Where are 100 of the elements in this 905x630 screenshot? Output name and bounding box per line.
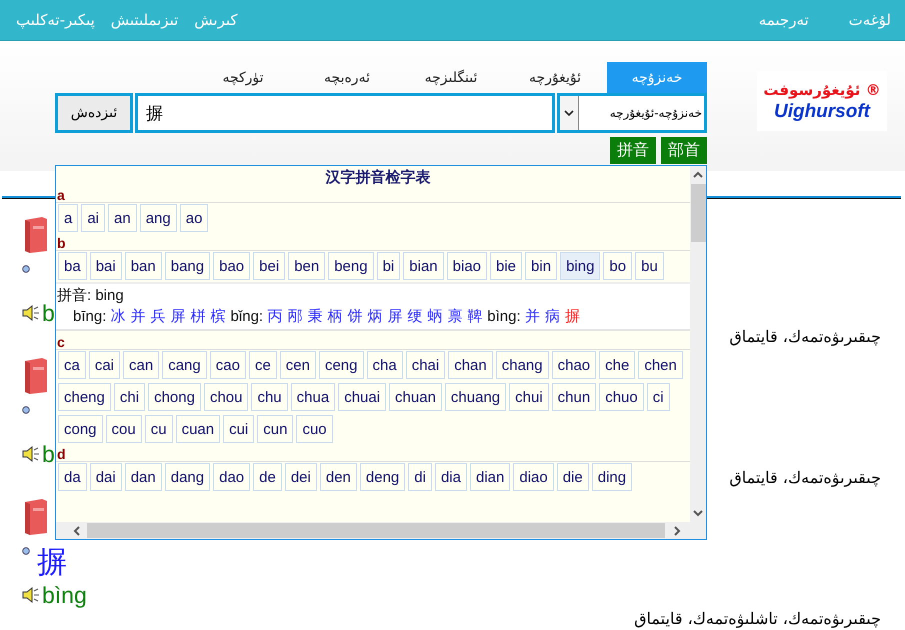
syllable-button[interactable]: chu (251, 383, 288, 411)
syllable-button[interactable]: cu (144, 415, 173, 443)
syllable-button[interactable]: dia (434, 463, 467, 491)
character-link[interactable]: 栟 (190, 308, 206, 325)
syllable-button[interactable]: cao (210, 351, 246, 379)
syllable-button[interactable]: dai (90, 463, 122, 491)
syllable-button[interactable]: chun (552, 383, 596, 411)
language-tab[interactable]: تۈركچە (191, 62, 295, 93)
syllable-button[interactable]: dan (124, 463, 162, 491)
character-link[interactable]: 兵 (150, 308, 166, 325)
syllable-button[interactable]: cuo (296, 415, 333, 443)
character-link[interactable]: 饼 (347, 308, 362, 325)
syllable-button[interactable]: bo (603, 252, 632, 280)
syllable-button[interactable]: ben (288, 252, 326, 280)
character-link[interactable]: 屏 (387, 308, 402, 325)
syllable-button[interactable]: ca (58, 351, 86, 379)
language-tab[interactable]: ئەرەبچە (295, 62, 399, 93)
syllable-button[interactable]: a (58, 204, 78, 232)
syllable-button[interactable]: cuan (176, 415, 220, 443)
search-field[interactable]: 摒 (135, 93, 555, 133)
syllable-button[interactable]: bao (213, 252, 250, 280)
syllable-button[interactable]: chua (290, 383, 336, 411)
character-link[interactable]: 冰 (110, 308, 126, 325)
search-button[interactable]: ئىزدەش (55, 93, 133, 133)
syllable-button[interactable]: ce (248, 351, 277, 379)
syllable-button[interactable]: dei (284, 463, 317, 491)
syllable-button[interactable]: beng (328, 252, 374, 280)
syllable-button[interactable]: bi (376, 252, 400, 280)
character-link[interactable]: 摒 (564, 308, 580, 325)
syllable-button[interactable]: chou (204, 383, 248, 411)
syllable-button[interactable]: ci (646, 383, 670, 411)
syllable-button[interactable]: chao (552, 351, 596, 379)
syllable-button[interactable]: an (108, 204, 137, 232)
syllable-button[interactable]: bu (635, 252, 664, 280)
vertical-scrollbar[interactable] (690, 166, 706, 522)
scrollbar-thumb[interactable] (690, 184, 706, 242)
syllable-button[interactable]: cou (106, 415, 142, 443)
syllable-button[interactable]: di (408, 463, 432, 491)
scrollbar-thumb[interactable] (87, 523, 665, 538)
syllable-button[interactable]: biao (446, 252, 487, 280)
syllable-button[interactable]: den (320, 463, 357, 491)
character-link[interactable]: 屏 (170, 308, 186, 325)
syllable-button[interactable]: bie (490, 252, 522, 280)
character-link[interactable]: 邴 (287, 308, 302, 325)
syllable-button[interactable]: die (556, 463, 589, 491)
character-link[interactable]: 并 (524, 308, 540, 325)
syllable-button[interactable]: deng (360, 463, 406, 491)
character-link[interactable]: 槟 (210, 308, 226, 325)
syllable-button[interactable]: cai (88, 351, 120, 379)
syllable-button[interactable]: chuo (599, 383, 644, 411)
character-link[interactable]: 丙 (267, 308, 282, 325)
syllable-button[interactable]: cheng (58, 383, 111, 411)
syllable-button[interactable]: dao (213, 463, 250, 491)
syllable-button[interactable]: chang (496, 351, 549, 379)
syllable-button[interactable]: chuang (444, 383, 506, 411)
character-link[interactable]: 禀 (447, 308, 462, 325)
syllable-button[interactable]: ban (124, 252, 162, 280)
syllable-button[interactable]: ao (180, 204, 208, 232)
syllable-button[interactable]: ba (58, 252, 87, 280)
syllable-button[interactable]: cun (257, 415, 294, 443)
character-link[interactable]: 炳 (367, 308, 382, 325)
character-link[interactable]: 鞞 (467, 308, 482, 325)
syllable-button[interactable]: ceng (318, 351, 364, 379)
syllable-button[interactable]: diao (513, 463, 554, 491)
syllable-button[interactable]: ding (592, 463, 632, 491)
syllable-button[interactable]: dang (164, 463, 210, 491)
syllable-button[interactable]: ai (81, 204, 106, 232)
syllable-button[interactable]: can (123, 351, 160, 379)
syllable-button[interactable]: de (253, 463, 282, 491)
syllable-button[interactable]: cen (280, 351, 316, 379)
syllable-button[interactable]: cang (162, 351, 207, 379)
dictionary-select[interactable]: خەنزۇچە-ئۇيغۇرچە (557, 93, 707, 133)
syllable-button[interactable]: chi (114, 383, 146, 411)
syllable-button[interactable]: ang (140, 204, 177, 232)
syllable-button[interactable]: chuan (389, 383, 442, 411)
syllable-button[interactable]: bang (164, 252, 210, 280)
index-button[interactable]: 拼音 (610, 137, 656, 164)
syllable-button[interactable]: bin (525, 252, 558, 280)
syllable-button[interactable]: cui (223, 415, 254, 443)
language-tab[interactable]: ئۇيغۇرچە (503, 62, 607, 93)
syllable-button[interactable]: bing (560, 252, 600, 280)
language-tab[interactable]: ئىنگلىزچە (399, 62, 503, 93)
syllable-button[interactable]: chai (406, 351, 446, 379)
syllable-button[interactable]: chong (148, 383, 201, 411)
syllable-button[interactable]: chuai (338, 383, 386, 411)
character-link[interactable]: 柄 (327, 308, 342, 325)
character-link[interactable]: 蛃 (427, 308, 442, 325)
syllable-button[interactable]: dian (470, 463, 510, 491)
syllable-button[interactable]: chui (509, 383, 549, 411)
syllable-button[interactable]: che (599, 351, 636, 379)
syllable-button[interactable]: bian (403, 252, 444, 280)
syllable-button[interactable]: chen (638, 351, 683, 379)
character-link[interactable]: 秉 (307, 308, 322, 325)
character-link[interactable]: 绠 (407, 308, 422, 325)
character-link[interactable]: 并 (130, 308, 146, 325)
character-link[interactable]: 病 (544, 308, 560, 325)
syllable-button[interactable]: chan (448, 351, 493, 379)
syllable-button[interactable]: bei (253, 252, 286, 280)
index-button[interactable]: 部首 (661, 137, 707, 164)
syllable-button[interactable]: da (58, 463, 87, 491)
